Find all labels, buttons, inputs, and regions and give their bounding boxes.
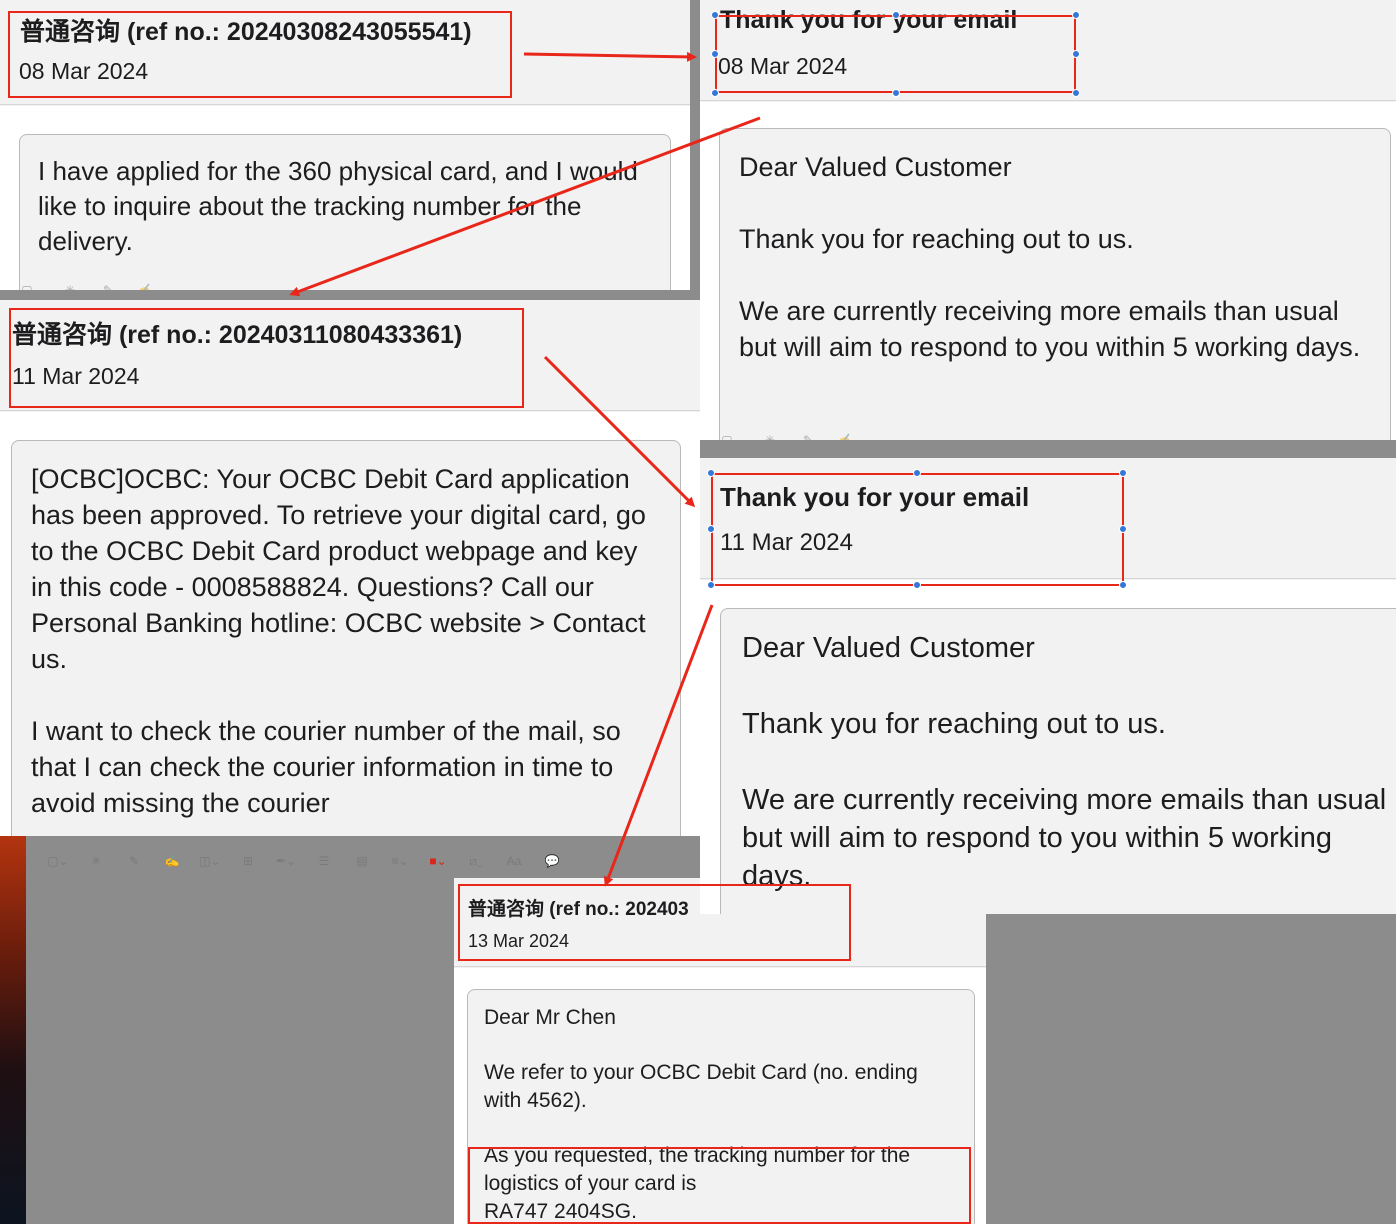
arrow-2: [289, 116, 761, 297]
annotation-arrows: [289, 51, 761, 887]
arrow-1: [523, 51, 697, 62]
arrow-3: [543, 355, 696, 508]
arrow-4: [603, 604, 714, 887]
